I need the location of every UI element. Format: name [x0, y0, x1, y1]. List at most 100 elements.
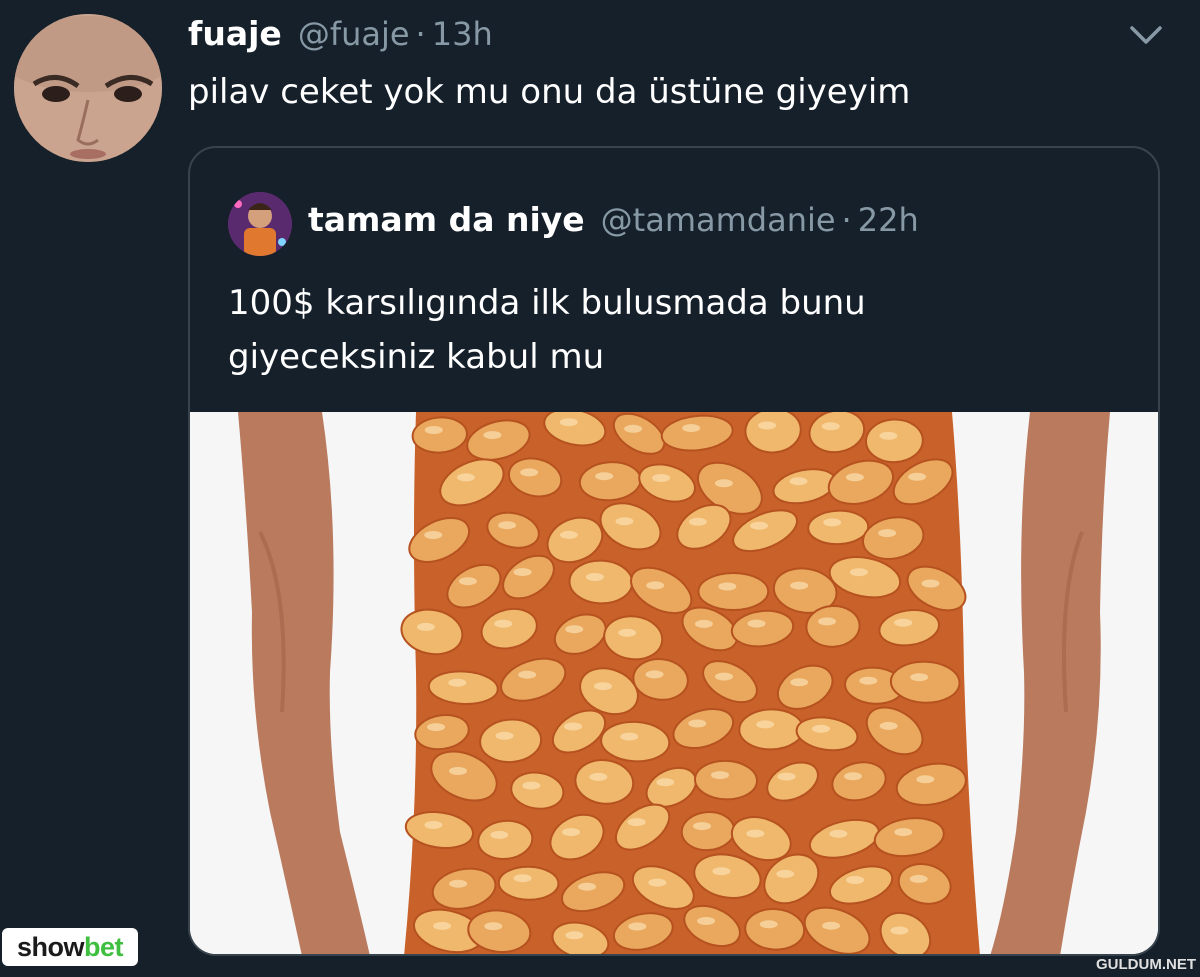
bean-highlight	[620, 732, 639, 741]
bean-highlight	[494, 619, 513, 628]
bean-highlight	[823, 518, 842, 527]
bean-highlight	[565, 931, 584, 940]
baked-beans-shirt-photo	[190, 412, 1158, 954]
bean-shape	[738, 708, 805, 751]
guldum-watermark: GULDUM.NET	[1096, 956, 1196, 973]
quoted-display-name[interactable]: tamam da niye	[308, 200, 585, 239]
bean-highlight	[520, 468, 539, 477]
quoted-text-line: giyeceksiniz kabul mu	[228, 337, 605, 377]
bean-highlight	[682, 424, 701, 433]
bean-highlight	[921, 579, 940, 588]
quoted-tweet-timestamp[interactable]: 22h	[858, 201, 919, 239]
tweet-header: fuaje @fuaje · 13h	[188, 14, 493, 58]
quoted-user-avatar[interactable]	[228, 192, 292, 256]
bean-highlight	[562, 828, 580, 837]
bean-highlight	[711, 771, 729, 780]
bean-highlight	[458, 577, 477, 586]
quoted-tweet-media[interactable]	[190, 412, 1158, 954]
bean-highlight	[424, 821, 443, 829]
showbet-logo: show bet	[2, 928, 138, 966]
bean-highlight	[697, 917, 716, 925]
bean-highlight	[894, 618, 913, 627]
quoted-text-line: 100$ karsılıgında ilk bulusmada bunu	[228, 283, 866, 323]
showbet-logo-text-2: bet	[84, 931, 124, 962]
bean-highlight	[627, 818, 646, 827]
bean-highlight	[916, 775, 935, 784]
bean-highlight	[776, 869, 795, 878]
bean-highlight	[829, 829, 848, 838]
bean-highlight	[908, 472, 927, 481]
chevron-down-icon[interactable]	[1124, 22, 1168, 50]
bean-highlight	[498, 521, 517, 530]
bean-highlight	[424, 531, 443, 539]
bean-highlight	[483, 431, 502, 440]
bean-highlight	[694, 619, 713, 628]
bean-highlight	[448, 678, 467, 687]
bean-highlight	[844, 772, 862, 781]
bean-highlight	[416, 622, 435, 631]
bean-highlight	[495, 731, 514, 740]
bean-shape	[497, 865, 560, 901]
quoted-header-separator: ·	[841, 201, 852, 239]
bean-highlight	[648, 878, 667, 887]
bean-highlight	[645, 670, 664, 679]
quoted-user-handle[interactable]: @tamamdanie	[601, 201, 836, 239]
bean-highlight	[821, 422, 840, 431]
bean-highlight	[513, 874, 532, 883]
bean-highlight	[595, 472, 614, 481]
header-separator: ·	[415, 15, 426, 53]
bean-highlight	[822, 921, 841, 930]
bean-highlight	[759, 920, 778, 929]
bean-highlight	[712, 867, 731, 876]
bean-highlight	[652, 474, 671, 482]
bean-highlight	[878, 529, 897, 538]
bean-highlight	[756, 720, 775, 729]
bean-highlight	[578, 882, 597, 891]
bean-highlight	[628, 922, 647, 931]
bean-highlight	[818, 617, 836, 626]
bean-highlight	[589, 772, 608, 781]
bean-highlight	[790, 581, 809, 590]
bean-highlight	[456, 473, 475, 482]
bean-highlight	[714, 479, 733, 488]
bean-highlight	[559, 530, 578, 539]
bean-shape	[697, 572, 770, 611]
bean-highlight	[790, 678, 809, 687]
bean-highlight	[746, 829, 765, 838]
user-avatar[interactable]	[14, 14, 162, 162]
bean-highlight	[585, 573, 604, 581]
bean-highlight	[427, 723, 445, 732]
bean-highlight	[513, 568, 532, 577]
bean-highlight	[910, 673, 929, 682]
bean-highlight	[750, 521, 769, 530]
bean-highlight	[618, 628, 637, 637]
bean-highlight	[747, 619, 766, 628]
bean-highlight	[879, 431, 898, 440]
bean-highlight	[433, 921, 452, 930]
bean-highlight	[909, 874, 928, 883]
bean-highlight	[859, 676, 878, 685]
bean-highlight	[656, 778, 675, 787]
bean-highlight	[758, 421, 777, 430]
quoted-tweet-text: 100$ karsılıgında ilk bulusmada bunu giy…	[228, 276, 1108, 384]
bean-highlight	[846, 876, 865, 884]
bean-highlight	[424, 426, 443, 434]
user-handle[interactable]: @fuaje	[298, 15, 410, 53]
bean-highlight	[693, 822, 711, 831]
display-name[interactable]: fuaje	[188, 14, 282, 53]
bean-highlight	[849, 568, 868, 577]
bean-highlight	[845, 473, 864, 482]
bean-shape	[568, 559, 634, 605]
bean-highlight	[522, 781, 541, 790]
bean-highlight	[894, 828, 913, 837]
tweet-timestamp[interactable]: 13h	[432, 15, 493, 53]
bean-highlight	[615, 517, 634, 526]
tweet[interactable]: fuaje @fuaje · 13h pilav ceket yok mu on…	[0, 0, 1200, 977]
bean-shape	[865, 418, 924, 464]
bean-highlight	[688, 719, 707, 728]
bean-highlight	[624, 424, 643, 433]
bean-highlight	[688, 517, 707, 526]
bean-highlight	[777, 772, 796, 781]
quoted-tweet-card[interactable]: tamam da niye @tamamdanie · 22h 100$ kar…	[188, 146, 1160, 956]
bean-highlight	[490, 830, 509, 839]
